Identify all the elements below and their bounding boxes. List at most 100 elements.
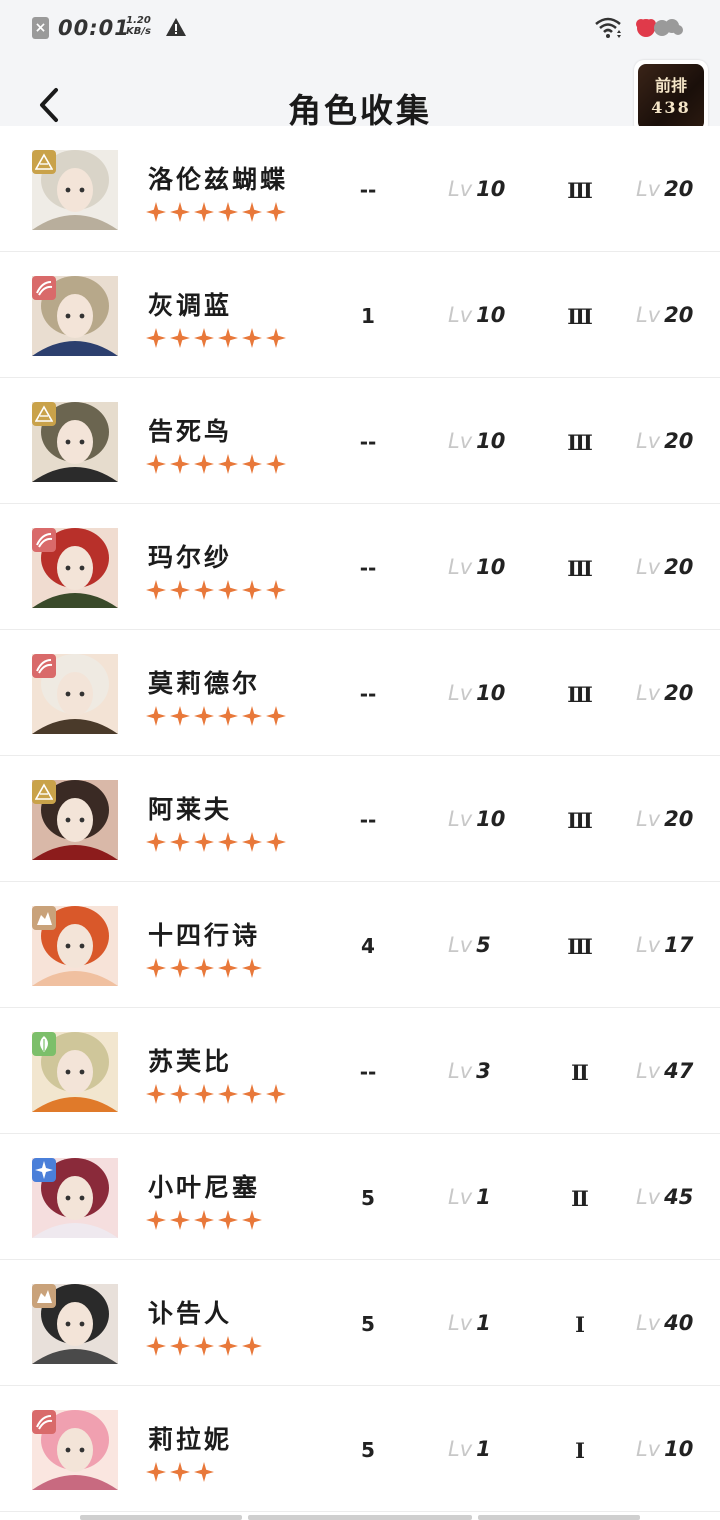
- rarity-star-icon: [218, 706, 238, 726]
- rarity-star-icon: [194, 1462, 214, 1482]
- insight-level-value: 10: [476, 681, 506, 705]
- level-prefix: Lv: [448, 1059, 473, 1083]
- portrait-count: 5: [361, 1312, 375, 1336]
- insight-level-value: 1: [476, 1185, 491, 1209]
- level-prefix: Lv: [636, 933, 661, 957]
- network-speed-unit: KB/s: [126, 26, 151, 37]
- insight-tier: Ⅲ: [567, 556, 593, 581]
- insight-level: Lv 10: [448, 555, 505, 579]
- portrait-count: --: [359, 1060, 377, 1084]
- insight-tier: Ⅰ: [575, 1438, 585, 1463]
- status-bar: × 00:01 1.20 KB/s: [0, 0, 720, 58]
- rarity-star-icon: [146, 202, 166, 222]
- portrait-count: --: [359, 556, 377, 580]
- character-level: Lv 10: [636, 1437, 693, 1461]
- character-level-value: 20: [664, 807, 694, 831]
- rarity-stars: [146, 706, 290, 728]
- character-portrait[interactable]: [32, 276, 118, 356]
- class-badge: [32, 1284, 56, 1308]
- rarity-star-icon: [146, 958, 166, 978]
- character-portrait[interactable]: [32, 150, 118, 230]
- level-prefix: Lv: [636, 807, 661, 831]
- character-row[interactable]: 苏芙比 -- Lv 3 Ⅱ Lv 47: [0, 1008, 720, 1134]
- class-badge: [32, 1032, 56, 1056]
- close-notification-icon: ×: [32, 17, 49, 39]
- character-level-value: 20: [664, 555, 694, 579]
- level-prefix: Lv: [636, 429, 661, 453]
- character-row[interactable]: 阿莱夫 -- Lv 10 Ⅲ Lv 20: [0, 756, 720, 882]
- rarity-star-icon: [218, 328, 238, 348]
- character-level-value: 20: [664, 429, 694, 453]
- portrait-count: --: [359, 808, 377, 832]
- pyramid-icon: [35, 783, 53, 800]
- rarity-star-icon: [170, 1336, 190, 1356]
- rarity-star-icon: [218, 202, 238, 222]
- character-row[interactable]: 莫莉德尔 -- Lv 10 Ⅲ Lv 20: [0, 630, 720, 756]
- insight-level: Lv 5: [448, 933, 491, 957]
- character-level-value: 47: [664, 1059, 694, 1083]
- level-prefix: Lv: [636, 681, 661, 705]
- level-prefix: Lv: [448, 933, 473, 957]
- bottom-scroll-indicator: [0, 1512, 720, 1520]
- rarity-star-icon: [170, 1084, 190, 1104]
- character-level-value: 45: [664, 1185, 694, 1209]
- portrait-count: --: [359, 178, 377, 202]
- insight-level-value: 10: [476, 177, 506, 201]
- insight-level-value: 10: [476, 303, 506, 327]
- character-row[interactable]: 讣告人 5 Lv 1 Ⅰ Lv 40: [0, 1260, 720, 1386]
- claw-icon: [36, 533, 53, 548]
- rarity-star-icon: [194, 1336, 214, 1356]
- character-row[interactable]: 洛伦兹蝴蝶 -- Lv 10 Ⅲ Lv 20: [0, 126, 720, 252]
- character-row[interactable]: 灰调蓝 1 Lv 10 Ⅲ Lv 20: [0, 252, 720, 378]
- portrait-count: 1: [361, 304, 375, 328]
- insight-tier: Ⅲ: [567, 178, 593, 203]
- rarity-star-icon: [218, 832, 238, 852]
- character-name: 讣告人: [148, 1299, 233, 1328]
- rarity-stars: [146, 580, 290, 602]
- character-row[interactable]: 玛尔纱 -- Lv 10 Ⅲ Lv 20: [0, 504, 720, 630]
- rarity-star-icon: [194, 1084, 214, 1104]
- rarity-star-icon: [218, 1084, 238, 1104]
- rarity-stars: [146, 1084, 290, 1106]
- rarity-star-icon: [266, 706, 286, 726]
- rank-value: 438: [651, 98, 691, 117]
- character-level-value: 10: [664, 1437, 694, 1461]
- character-portrait[interactable]: [32, 1032, 118, 1112]
- level-prefix: Lv: [448, 555, 473, 579]
- rarity-star-icon: [170, 958, 190, 978]
- class-badge: [32, 528, 56, 552]
- character-portrait[interactable]: [32, 780, 118, 860]
- character-portrait[interactable]: [32, 1158, 118, 1238]
- character-row[interactable]: 莉拉妮 5 Lv 1 Ⅰ Lv 10: [0, 1386, 720, 1512]
- character-row[interactable]: 十四行诗 4 Lv 5 Ⅲ Lv 17: [0, 882, 720, 1008]
- insight-level: Lv 1: [448, 1311, 491, 1335]
- character-portrait[interactable]: [32, 402, 118, 482]
- character-portrait[interactable]: [32, 1284, 118, 1364]
- character-portrait[interactable]: [32, 528, 118, 608]
- insight-level-value: 10: [476, 429, 506, 453]
- rarity-star-icon: [146, 1210, 166, 1230]
- character-row[interactable]: 小叶尼塞 5 Lv 1 Ⅱ Lv 45: [0, 1134, 720, 1260]
- character-portrait[interactable]: [32, 906, 118, 986]
- pyramid-icon: [35, 153, 53, 170]
- rarity-star-icon: [242, 580, 262, 600]
- rarity-star-icon: [146, 832, 166, 852]
- character-portrait[interactable]: [32, 654, 118, 734]
- level-prefix: Lv: [448, 1311, 473, 1335]
- rarity-star-icon: [242, 328, 262, 348]
- character-level-value: 40: [664, 1311, 694, 1335]
- level-prefix: Lv: [448, 177, 473, 201]
- character-portrait[interactable]: [32, 1410, 118, 1490]
- rarity-star-icon: [242, 1084, 262, 1104]
- rank-widget[interactable]: 前排 438: [634, 60, 708, 134]
- character-name: 小叶尼塞: [148, 1173, 261, 1202]
- warning-icon: [166, 18, 186, 36]
- character-row[interactable]: 告死鸟 -- Lv 10 Ⅲ Lv 20: [0, 378, 720, 504]
- rarity-star-icon: [170, 202, 190, 222]
- character-level-value: 17: [664, 933, 694, 957]
- level-prefix: Lv: [636, 555, 661, 579]
- rarity-star-icon: [218, 1210, 238, 1230]
- level-prefix: Lv: [448, 1185, 473, 1209]
- insight-tier: Ⅰ: [575, 1312, 585, 1337]
- portrait-count: 5: [361, 1438, 375, 1462]
